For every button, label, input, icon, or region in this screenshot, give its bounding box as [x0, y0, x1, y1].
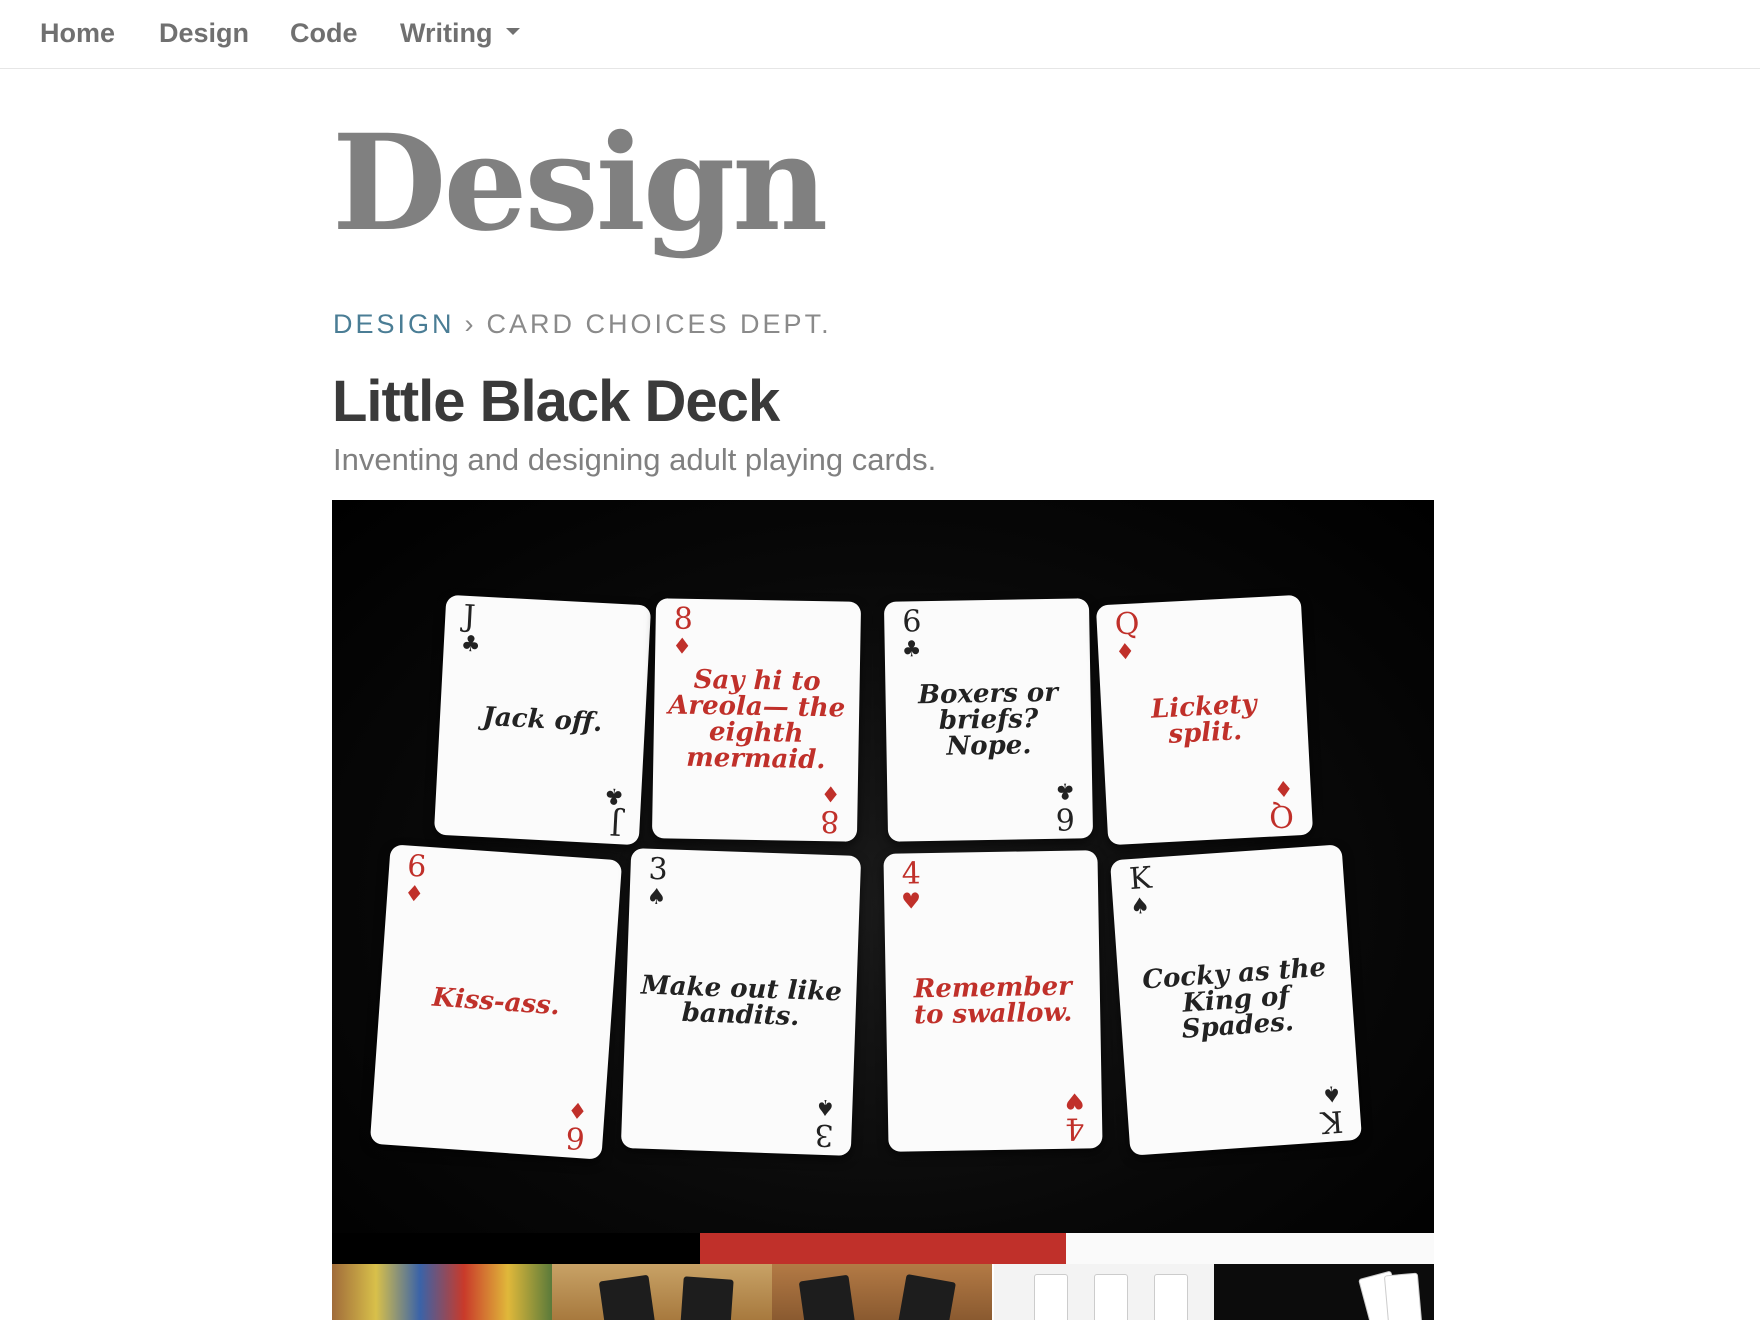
- card-phrase: Say hi to Areola— the eighth mermaid.: [667, 664, 846, 776]
- deck-box-shape: [598, 1274, 656, 1320]
- card-rank: 3: [813, 1116, 835, 1153]
- mini-card: [1383, 1272, 1423, 1320]
- diamond-icon: ♦: [403, 881, 425, 908]
- card-rank: Q: [1113, 606, 1141, 643]
- playing-card: 8 ♦ Say hi to Areola— the eighth mermaid…: [651, 598, 862, 842]
- playing-card: 3 ♠ Make out like bandits. ♠ 3: [620, 848, 862, 1156]
- heart-icon: ♥: [1064, 1087, 1085, 1113]
- playing-card: 6 ♣ Boxers or briefs? Nope. ♣ 6: [883, 598, 1094, 842]
- playing-card: J ♣ Jack off. ♣ J: [433, 594, 652, 846]
- page-title: Design: [332, 106, 828, 261]
- deck-box-shape: [680, 1276, 734, 1320]
- spade-icon: ♠: [1129, 893, 1151, 921]
- nav-writing-label: Writing: [400, 18, 493, 48]
- spade-icon: ♠: [646, 884, 667, 911]
- card-phrase: Boxers or briefs? Nope.: [917, 677, 1059, 762]
- article-title: Little Black Deck: [332, 369, 780, 434]
- card-phrase: Cocky as the King of Spades.: [1141, 952, 1328, 1045]
- thumbnail-strip: [332, 1264, 1434, 1320]
- spade-icon: ♠: [815, 1093, 836, 1120]
- card-rank: K: [1319, 1102, 1344, 1140]
- card-rank: 6: [901, 604, 922, 640]
- top-navbar: Home Design Code Writing: [0, 0, 1760, 69]
- breadcrumb: DESIGN › CARD CHOICES DEPT.: [333, 309, 832, 340]
- card-rank: 6: [564, 1119, 586, 1156]
- card-rank: 6: [1055, 800, 1076, 836]
- card-phrase: Make out like bandits.: [640, 970, 843, 1033]
- card-rank: K: [1128, 860, 1153, 898]
- mini-card: [1034, 1274, 1068, 1320]
- diamond-icon: ♦: [820, 780, 841, 806]
- diamond-icon: ♦: [567, 1096, 589, 1123]
- mini-card: [1154, 1274, 1188, 1320]
- card-rank: 4: [901, 856, 922, 892]
- nav-writing-dropdown[interactable]: Writing: [400, 18, 521, 49]
- hero-image[interactable]: J ♣ Jack off. ♣ J 8 ♦ Say hi to Areola— …: [332, 500, 1434, 1233]
- breadcrumb-design-link[interactable]: DESIGN: [333, 309, 455, 339]
- diamond-icon: ♦: [1273, 774, 1295, 801]
- diamond-icon: ♦: [672, 634, 693, 660]
- thumbnail-deck-boxes-table[interactable]: [772, 1264, 992, 1320]
- playing-card: K ♠ Cocky as the King of Spades. ♠ K: [1109, 844, 1363, 1156]
- thumbnail-hand-of-cards[interactable]: [1214, 1264, 1434, 1320]
- card-rank: Q: [1268, 797, 1296, 834]
- nav-home-link[interactable]: Home: [40, 18, 115, 49]
- card-phrase: Jack off.: [481, 701, 604, 739]
- breadcrumb-separator: ›: [464, 309, 477, 339]
- heart-icon: ♥: [901, 889, 922, 915]
- playing-card: Q ♦ Lickety split. ♦ Q: [1095, 594, 1314, 846]
- article-subtitle: Inventing and designing adult playing ca…: [333, 442, 937, 477]
- breadcrumb-current: CARD CHOICES DEPT.: [486, 309, 832, 339]
- card-rank: J: [462, 598, 477, 635]
- card-rank: 8: [819, 803, 840, 839]
- mini-card: [1094, 1274, 1128, 1320]
- thumbnail-store-shelf[interactable]: [332, 1264, 552, 1320]
- card-phrase: Remember to swallow.: [913, 971, 1073, 1031]
- thumbnail-card-faces[interactable]: [994, 1264, 1214, 1320]
- card-rank: J: [608, 805, 623, 842]
- club-icon: ♣: [603, 782, 625, 809]
- thumbnail-deck-box[interactable]: [552, 1264, 772, 1320]
- playing-card: 6 ♦ Kiss-ass. ♦ 6: [369, 844, 623, 1160]
- spade-icon: ♠: [1321, 1079, 1343, 1107]
- nav-design-link[interactable]: Design: [159, 18, 249, 49]
- nav-code-link[interactable]: Code: [290, 18, 358, 49]
- card-rank: 8: [673, 601, 694, 637]
- deck-box-shape: [798, 1274, 856, 1320]
- card-rank: 3: [647, 851, 669, 888]
- playing-card: 4 ♥ Remember to swallow. ♥ 4: [883, 850, 1103, 1152]
- diamond-icon: ♦: [1114, 639, 1136, 666]
- card-rank: 4: [1064, 1110, 1085, 1146]
- deck-box-shape: [898, 1274, 956, 1320]
- slider-active-indicator[interactable]: [700, 1233, 1066, 1264]
- club-icon: ♣: [460, 631, 482, 658]
- slider-next-indicator[interactable]: [1066, 1233, 1434, 1264]
- card-phrase: Lickety split.: [1150, 689, 1258, 750]
- club-icon: ♣: [901, 637, 922, 663]
- chevron-down-icon: [506, 28, 521, 36]
- card-rank: 6: [406, 848, 428, 885]
- card-phrase: Kiss-ass.: [431, 982, 561, 1022]
- club-icon: ♣: [1055, 777, 1076, 803]
